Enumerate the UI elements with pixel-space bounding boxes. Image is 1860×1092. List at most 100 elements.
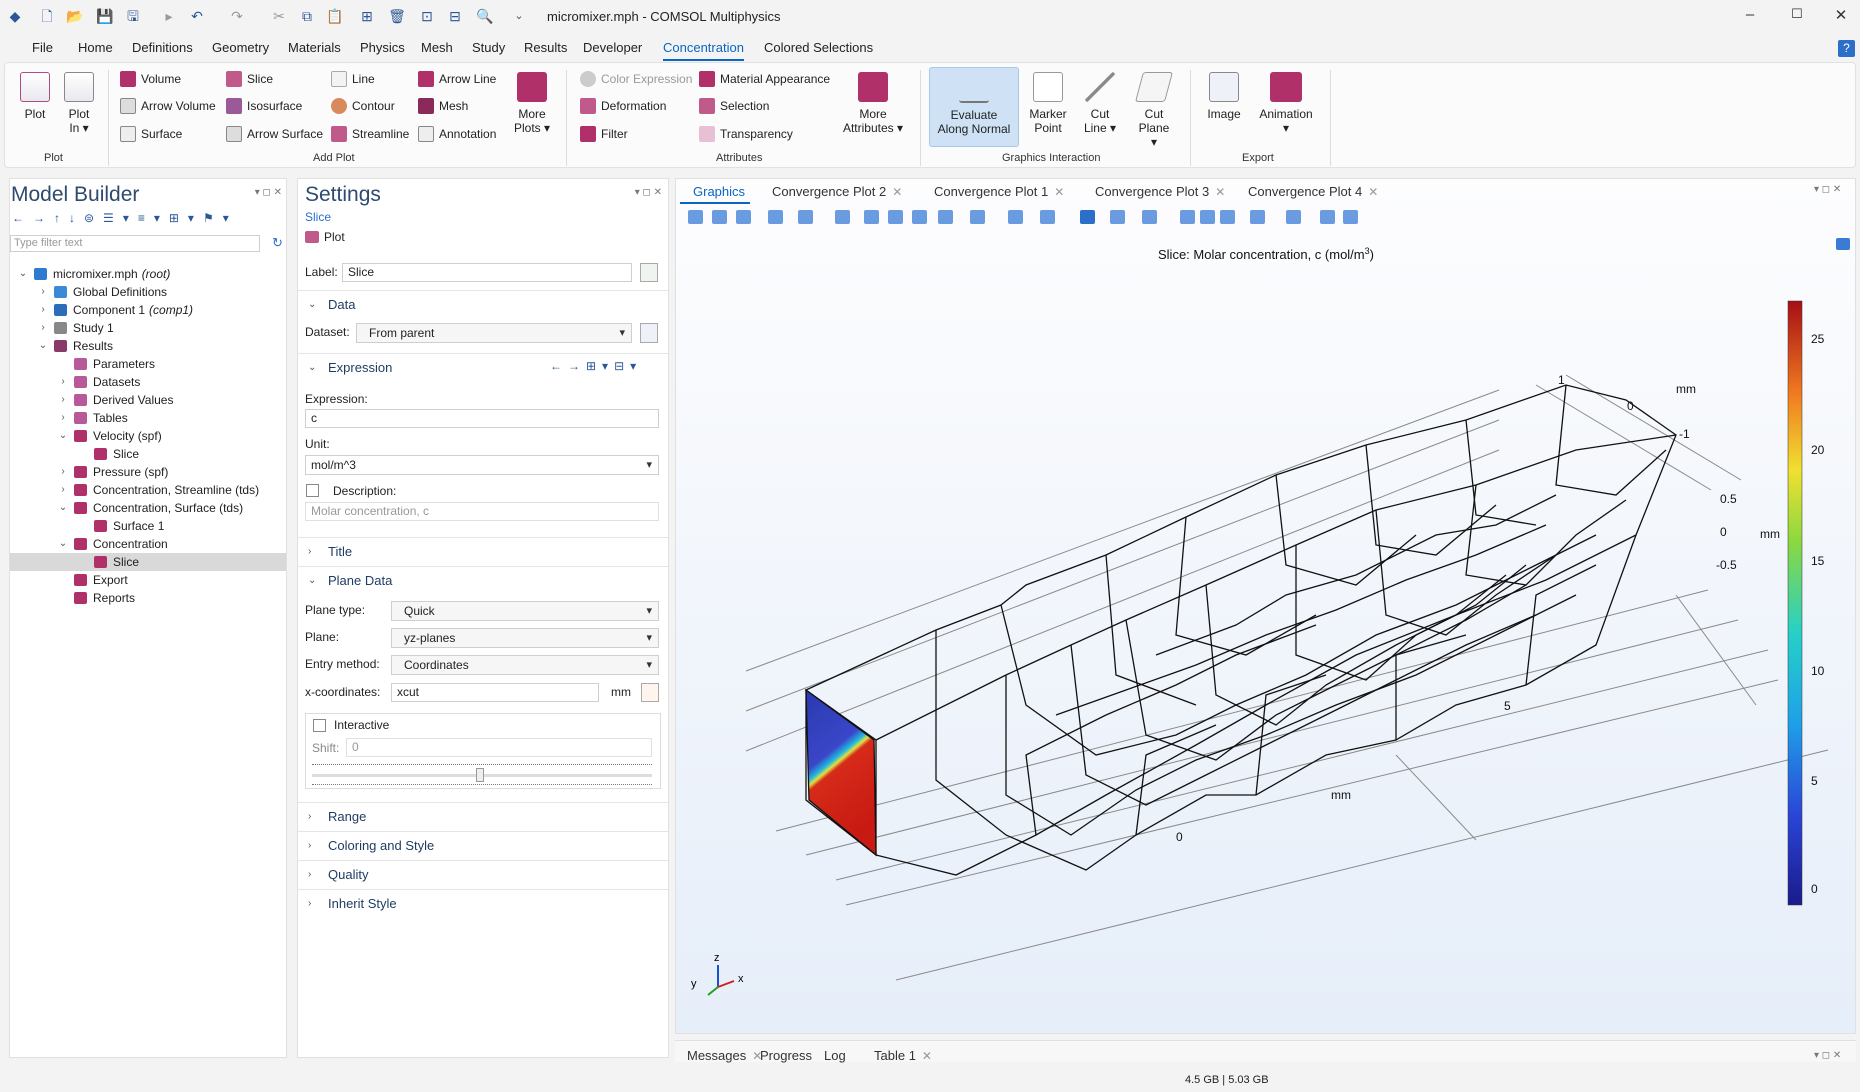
isosurface-button[interactable]: Isosurface <box>226 98 302 114</box>
tree-item[interactable]: Slice <box>10 553 286 571</box>
selection-button[interactable]: Selection <box>699 98 769 114</box>
graphics-tab-4[interactable]: Convergence Plot 4 ✕ <box>1248 184 1378 199</box>
zoom-extents-icon[interactable]: ⊟ <box>446 7 464 25</box>
tree-item[interactable]: Parameters <box>10 355 286 373</box>
streamline-button[interactable]: Streamline <box>331 126 409 142</box>
graphics-toolbar-icon[interactable] <box>768 210 783 224</box>
close-button[interactable]: ✕ <box>1831 6 1851 26</box>
graphics-toolbar-icon[interactable] <box>864 210 879 224</box>
tree-item[interactable]: › Derived Values <box>10 391 286 409</box>
close-tab-icon[interactable]: ✕ <box>1054 185 1064 199</box>
graphics-toolbar-icon[interactable] <box>970 210 985 224</box>
find-icon[interactable]: 🔍 <box>476 7 494 25</box>
delete-icon[interactable]: 🗑 <box>388 7 406 25</box>
plot-button[interactable]: Plot <box>18 72 52 121</box>
tree-toggle-icon[interactable]: › <box>58 409 68 427</box>
menu-concentration[interactable]: Concentration <box>663 40 744 61</box>
cut-line-button[interactable]: Cut Line ▾ <box>1080 72 1120 135</box>
new-file-icon[interactable]: 🗋 <box>38 7 56 25</box>
annotation-button[interactable]: Annotation <box>418 126 496 142</box>
dataset-select[interactable]: From parent <box>356 323 632 343</box>
section-inherit-style[interactable]: › Inherit Style <box>298 889 668 917</box>
tree-toggle-icon[interactable]: ⌄ <box>58 535 68 553</box>
plot-canvas[interactable]: Slice: Molar concentration, c (mol/m3) m… <box>676 235 1856 1035</box>
graphics-toolbar-icon[interactable] <box>1200 210 1215 224</box>
menu-results[interactable]: Results <box>524 40 567 55</box>
section-range[interactable]: › Range <box>298 802 668 830</box>
graphics-toolbar-icon[interactable] <box>888 210 903 224</box>
filter-input[interactable]: Type filter text <box>10 235 260 252</box>
expression-toolbar[interactable]: ←→⊞▾⊟▾ <box>550 359 642 373</box>
select-icon[interactable]: ⊡ <box>418 7 436 25</box>
tree-toggle-icon[interactable]: › <box>58 373 68 391</box>
close-tab-icon[interactable]: ✕ <box>892 185 902 199</box>
graphics-toolbar-icon[interactable] <box>688 210 703 224</box>
tree-toggle-icon[interactable]: ⌄ <box>58 499 68 517</box>
tree-toggle-icon[interactable]: ⌄ <box>38 337 48 355</box>
model-builder-toolbar[interactable]: ←→↑↓⊜☰▾≡▾⊞▾⚑▾ <box>12 211 282 227</box>
tree-toggle-icon[interactable]: › <box>58 391 68 409</box>
menu-developer[interactable]: Developer <box>583 40 642 55</box>
tree-toggle-icon[interactable]: ⌄ <box>18 265 28 283</box>
description-input[interactable]: Molar concentration, c <box>305 502 659 521</box>
range-icon[interactable] <box>641 683 659 702</box>
slice-button[interactable]: Slice <box>226 71 273 87</box>
arrow-line-button[interactable]: Arrow Line <box>418 71 496 87</box>
cut-plane-button[interactable]: Cut Plane ▾ <box>1134 72 1174 149</box>
graphics-toolbar-icon[interactable] <box>798 210 813 224</box>
menu-file[interactable]: File <box>32 40 53 55</box>
evaluate-along-normal-button[interactable]: Evaluate Along Normal <box>929 67 1019 147</box>
tree-toggle-icon[interactable]: › <box>38 301 48 319</box>
animation-button[interactable]: Animation ▾ <box>1255 72 1317 135</box>
graphics-toolbar-icon[interactable] <box>1343 210 1358 224</box>
color-expression-button[interactable]: Color Expression <box>580 71 692 87</box>
tree-toggle-icon[interactable]: › <box>38 283 48 301</box>
graphics-tab-0[interactable]: Graphics <box>693 184 745 199</box>
help-button[interactable]: ? <box>1838 40 1855 57</box>
section-plane-data[interactable]: ⌄ Plane Data <box>298 566 668 594</box>
cut-icon[interactable]: ✂ <box>270 7 288 25</box>
close-tab-icon[interactable]: ✕ <box>1368 185 1378 199</box>
panel-controls[interactable]: ▾ ◻ ✕ <box>1814 184 1841 195</box>
interactive-checkbox[interactable] <box>313 719 326 732</box>
graphics-tab-3[interactable]: Convergence Plot 3 ✕ <box>1095 184 1225 199</box>
maximize-button[interactable]: ☐ <box>1787 6 1807 26</box>
menu-definitions[interactable]: Definitions <box>132 40 193 55</box>
shift-slider-thumb[interactable] <box>476 768 484 782</box>
graphics-toolbar-icon[interactable] <box>938 210 953 224</box>
customize-icon[interactable]: ⌄ <box>510 7 528 25</box>
menu-physics[interactable]: Physics <box>360 40 405 55</box>
graphics-toolbar-icon[interactable] <box>1110 210 1125 224</box>
paste-icon[interactable]: 📋 <box>326 7 344 25</box>
bottom-tab-0[interactable]: Messages ✕ <box>687 1048 762 1063</box>
panel-controls[interactable]: ▾ ◻ ✕ <box>1814 1050 1841 1061</box>
x-coordinates-input[interactable]: xcut <box>391 683 599 702</box>
description-checkbox[interactable] <box>306 484 319 497</box>
graphics-tab-2[interactable]: Convergence Plot 1 ✕ <box>934 184 1064 199</box>
dataset-goto-icon[interactable] <box>640 323 658 343</box>
graphics-toolbar-icon[interactable] <box>712 210 727 224</box>
section-title[interactable]: › Title <box>298 537 668 565</box>
tree-item[interactable]: › Datasets <box>10 373 286 391</box>
section-coloring[interactable]: › Coloring and Style <box>298 831 668 859</box>
line-button[interactable]: Line <box>331 71 375 87</box>
tree-item[interactable]: › Study 1 <box>10 319 286 337</box>
graphics-toolbar-icon[interactable] <box>1250 210 1265 224</box>
graphics-toolbar-icon[interactable] <box>835 210 850 224</box>
close-tab-icon[interactable]: ✕ <box>922 1049 932 1063</box>
tree-item[interactable]: ⌄ micromixer.mph (root) <box>10 265 286 283</box>
graphics-toolbar-icon[interactable] <box>1080 210 1095 224</box>
tree-item[interactable]: Slice <box>10 445 286 463</box>
image-button[interactable]: Image <box>1204 72 1244 121</box>
tree-item[interactable]: › Global Definitions <box>10 283 286 301</box>
tree-item[interactable]: ⌄ Results <box>10 337 286 355</box>
arrow-volume-button[interactable]: Arrow Volume <box>120 98 216 114</box>
redo-icon[interactable]: ↷ <box>228 7 246 25</box>
mesh-button[interactable]: Mesh <box>418 98 468 114</box>
plot-in-button[interactable]: Plot In ▾ <box>62 72 96 135</box>
filter-button[interactable]: Filter <box>580 126 628 142</box>
graphics-toolbar-icon[interactable] <box>1220 210 1235 224</box>
plane-type-select[interactable]: Quick <box>391 601 659 621</box>
graphics-toolbar-icon[interactable] <box>1320 210 1335 224</box>
tree-toggle-icon[interactable]: ⌄ <box>58 427 68 445</box>
